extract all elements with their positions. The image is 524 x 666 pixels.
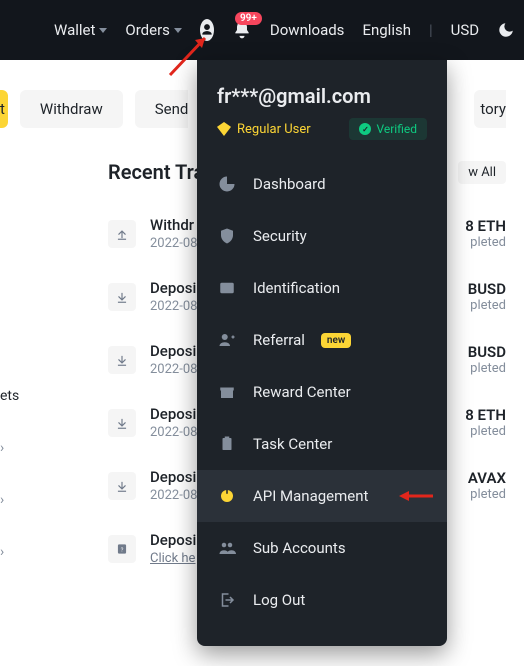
theme-toggle[interactable]: [497, 21, 515, 39]
chevron-down-icon: [99, 28, 107, 33]
clipboard-icon: [217, 434, 237, 454]
top-nav: Wallet Orders 99+ Downloads English | US…: [0, 0, 524, 60]
new-badge: new: [321, 333, 351, 348]
language-link[interactable]: English: [362, 21, 411, 39]
orders-menu[interactable]: Orders: [125, 21, 182, 39]
tx-status: pleted: [465, 235, 506, 250]
annotation-arrow-icon: [399, 489, 433, 503]
history-chip[interactable]: tory: [474, 90, 506, 128]
tx-status: pleted: [468, 361, 506, 376]
tx-amount: BUSD: [468, 280, 506, 298]
menu-dashboard[interactable]: Dashboard: [197, 158, 447, 210]
wallet-label: Wallet: [54, 21, 95, 39]
question-icon: ?: [108, 535, 136, 563]
users-icon: [217, 538, 237, 558]
menu-task-center[interactable]: Task Center: [197, 418, 447, 470]
deposit-chip[interactable]: t: [0, 90, 8, 128]
tx-status: pleted: [465, 424, 506, 439]
account-email: fr***@gmail.com: [217, 84, 427, 108]
notification-badge: 99+: [235, 12, 262, 25]
currency-link[interactable]: USD: [451, 21, 479, 39]
check-circle-icon: ✓: [359, 123, 371, 135]
menu-reward-center[interactable]: Reward Center: [197, 366, 447, 418]
tx-amount: BUSD: [468, 343, 506, 361]
diamond-icon: [217, 122, 231, 136]
verified-badge: ✓ Verified: [349, 118, 427, 140]
notifications-button[interactable]: 99+: [232, 20, 252, 40]
tx-amount: 8 ETH: [465, 406, 506, 424]
dashboard-icon: [217, 174, 237, 194]
wallet-menu[interactable]: Wallet: [54, 21, 107, 39]
downloads-link[interactable]: Downloads: [270, 21, 345, 39]
deposit-icon: [108, 283, 136, 311]
menu-sub-accounts[interactable]: Sub Accounts: [197, 522, 447, 574]
svg-text:?: ?: [121, 547, 124, 553]
profile-avatar-icon[interactable]: [200, 19, 214, 41]
chevron-down-icon: [174, 28, 182, 33]
send-chip[interactable]: Send: [135, 90, 189, 128]
orders-label: Orders: [125, 21, 170, 39]
menu-referral[interactable]: Referral new: [197, 314, 447, 366]
tx-amount: AVAX: [468, 469, 506, 487]
add-user-icon: [217, 330, 237, 350]
menu-security[interactable]: Security: [197, 210, 447, 262]
tx-status: pleted: [468, 487, 506, 502]
user-tier[interactable]: Regular User: [217, 122, 311, 137]
shield-icon: [217, 226, 237, 246]
menu-identification[interactable]: Identification: [197, 262, 447, 314]
deposit-icon: [108, 409, 136, 437]
menu-api-management[interactable]: API Management: [197, 470, 447, 522]
tx-status: pleted: [468, 298, 506, 313]
moon-icon: [497, 21, 515, 39]
menu-logout[interactable]: Log Out: [197, 574, 447, 626]
tx-amount: 8 ETH: [465, 217, 506, 235]
view-all-button[interactable]: w All: [458, 161, 506, 184]
deposit-icon: [108, 472, 136, 500]
logout-icon: [217, 590, 237, 610]
api-icon: [217, 486, 237, 506]
deposit-icon: [108, 346, 136, 374]
withdraw-icon: [108, 220, 136, 248]
gift-icon: [217, 382, 237, 402]
divider: |: [429, 21, 433, 39]
profile-dropdown: fr***@gmail.com Regular User ✓ Verified …: [197, 60, 447, 646]
id-card-icon: [217, 278, 237, 298]
user-icon: [200, 23, 214, 37]
withdraw-chip[interactable]: Withdraw: [20, 90, 123, 128]
